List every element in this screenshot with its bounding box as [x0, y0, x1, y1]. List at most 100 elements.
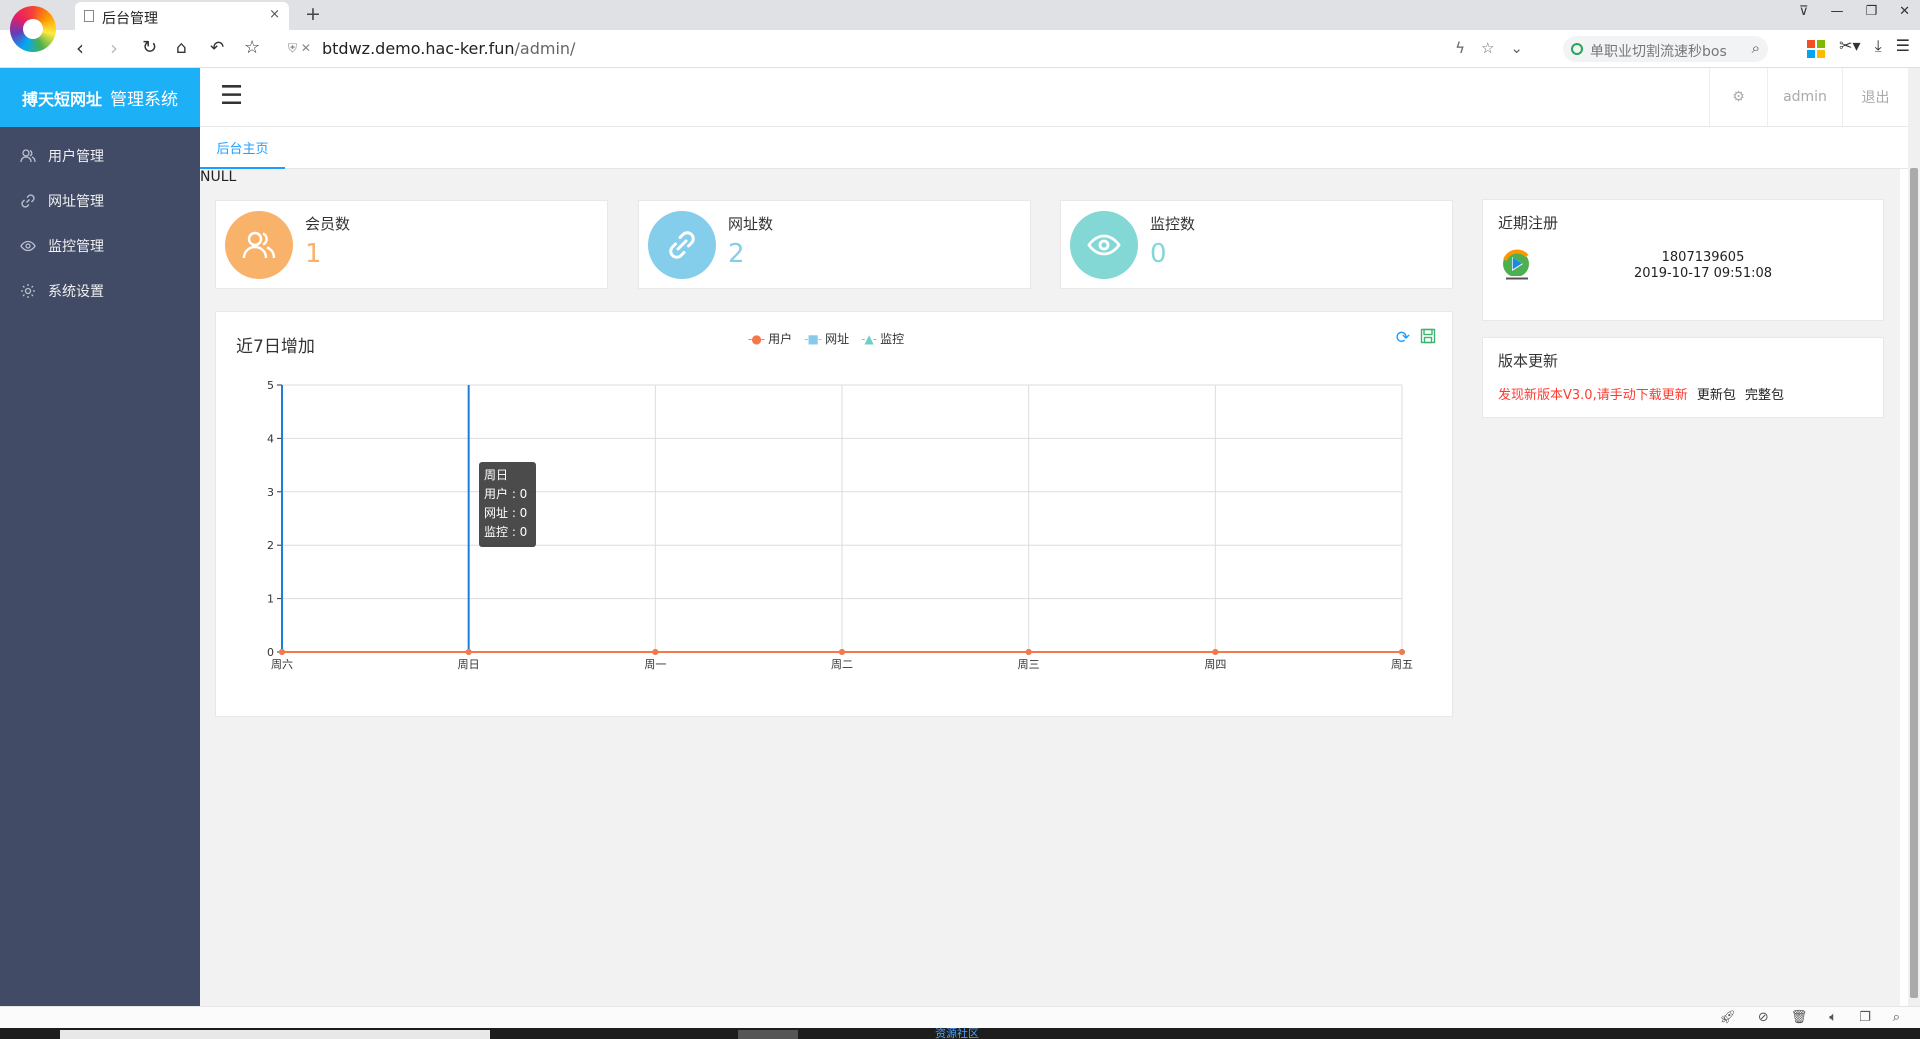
page-tabs: 后台主页 — [200, 127, 1908, 169]
security-shield-icon[interactable]: ⛨ ✕ — [288, 41, 311, 56]
update-package-link[interactable]: 更新包 — [1697, 388, 1736, 403]
data-point — [839, 649, 845, 655]
links-circle — [648, 211, 716, 279]
stat-label: 网址数 — [728, 215, 774, 233]
search-text[interactable]: 单职业切割流速秒bos — [1590, 41, 1743, 61]
undo-icon[interactable]: ↶ — [210, 38, 224, 58]
taskbar-item[interactable] — [738, 1030, 798, 1039]
data-point — [1399, 649, 1405, 655]
logout-button[interactable]: 退出 — [1842, 68, 1908, 126]
hamburger-menu-icon[interactable]: ☰ — [220, 81, 243, 111]
close-window-button[interactable]: ✕ — [1899, 4, 1910, 19]
scrollbar-thumb[interactable] — [1910, 168, 1918, 998]
main-content: NULL 会员数 1 网址数 2 监控数 0 0 1 2 3 4 5 周六 周日 周一 周二 周三周… — [200, 169, 1900, 1006]
status-icons: 🚀︎ ⊘ 🗑︎ 🔈︎ ❐ ⌕ — [1719, 1010, 1900, 1025]
app-logo[interactable]: 搏天短网址 管理系统 — [0, 68, 200, 127]
tooltip-line: 网址 : 0 — [484, 506, 528, 520]
gear-icon: ⚙ — [1732, 89, 1745, 105]
sidebar-item-label: 系统设置 — [48, 283, 104, 300]
stat-label: 监控数 — [1150, 215, 1196, 233]
save-image-icon[interactable] — [1420, 328, 1436, 349]
logo-bold-text: 搏天短网址 — [21, 89, 102, 109]
download-icon[interactable]: ⤓ — [1875, 36, 1882, 58]
sidebar-item-monitor[interactable]: 监控管理 — [0, 223, 200, 268]
data-point — [465, 649, 472, 655]
os-taskbar: 资源社区 — [0, 1027, 1920, 1039]
sidebar-menu: 用户管理 网址管理 监控管理 系统设置 — [0, 127, 200, 313]
stat-label: 会员数 — [305, 215, 351, 233]
sound-icon[interactable]: 🔈︎ — [1829, 1010, 1837, 1025]
restore-button[interactable]: ❐ — [1865, 4, 1877, 19]
link-icon — [20, 193, 36, 209]
x-tick-label: 周四 — [1204, 658, 1226, 671]
zoom-icon[interactable]: ⌕ — [1893, 1010, 1900, 1025]
tooltip-title: 周日 — [484, 468, 509, 482]
taskbar-item[interactable] — [60, 1030, 490, 1039]
bookmark-star-icon[interactable]: ☆ — [244, 37, 260, 58]
stat-card-members: 会员数 1 — [215, 200, 608, 289]
block-icon[interactable]: ⊘ — [1758, 1010, 1769, 1025]
reload-icon[interactable]: ↻ — [142, 37, 157, 58]
url-actions: ϟ ☆ ⌄ — [1455, 39, 1523, 57]
data-point — [1212, 649, 1219, 655]
search-icon[interactable]: ⌕ — [1752, 39, 1760, 57]
legend-item-users[interactable]: -●- 用户 — [748, 330, 792, 347]
address-bar[interactable]: ⛨ ✕ btdwz.demo.hac-ker.fun/admin/ ϟ ☆ ⌄ — [280, 36, 1531, 62]
sidebar-item-users[interactable]: 用户管理 — [0, 133, 200, 178]
scissors-icon[interactable]: ✂▾ — [1839, 36, 1860, 58]
stat-value: 2 — [728, 239, 745, 269]
home-icon[interactable]: ⌂ — [176, 38, 187, 58]
browser-search-box[interactable]: 单职业切割流速秒bos ⌕ — [1563, 36, 1768, 62]
chart-legend: -●- 用户 -■- 网址 -▲- 监控 — [748, 330, 904, 347]
favorite-star-icon[interactable]: ☆ — [1481, 39, 1494, 57]
apps-grid-icon[interactable] — [1807, 40, 1826, 58]
legend-marker-square: -■- — [804, 331, 822, 346]
monitors-circle — [1070, 211, 1138, 279]
x-tick-label: 周一 — [644, 658, 666, 671]
full-package-link[interactable]: 完整包 — [1745, 388, 1784, 403]
rocket-icon[interactable]: 🚀︎ — [1719, 1010, 1736, 1025]
trash-icon[interactable]: 🗑︎ — [1791, 1010, 1808, 1025]
recent-user-phone: 1807139605 — [1661, 250, 1745, 265]
vertical-scrollbar[interactable] — [1908, 68, 1920, 1006]
dropdown-chevron-icon[interactable]: ⌄ — [1510, 39, 1523, 57]
y-tick-label: 4 — [267, 432, 274, 445]
browser-right-tools: ✂▾ ⤓ ☰ — [1807, 36, 1910, 58]
chart-title: 近7日增加 — [236, 337, 315, 357]
window-icon[interactable]: ❐ — [1859, 1010, 1871, 1025]
tab-close-icon[interactable]: × — [269, 7, 280, 22]
window-menu-icon[interactable]: ⊽ — [1799, 4, 1809, 19]
y-tick-label: 5 — [267, 379, 274, 392]
line-chart[interactable]: 012345周六 周日 周一 周二 周三 周四 周五 — [216, 312, 1454, 718]
legend-label: 用户 — [768, 332, 793, 346]
refresh-icon[interactable]: ⟳ — [1396, 328, 1410, 349]
tab-home[interactable]: 后台主页 — [200, 127, 285, 169]
update-notice-line: 发现新版本V3.0,请手动下载更新 更新包 完整包 — [1498, 384, 1784, 403]
window-controls: ⊽ — ❐ ✕ — [1799, 4, 1910, 19]
forward-icon[interactable]: › — [110, 36, 118, 60]
card-title: 版本更新 — [1498, 352, 1559, 370]
legend-item-monitors[interactable]: -▲- 监控 — [861, 330, 904, 347]
back-icon[interactable]: ‹ — [76, 36, 84, 60]
new-tab-button[interactable]: + — [305, 3, 321, 25]
minimize-button[interactable]: — — [1830, 4, 1843, 19]
x-tick-label: 周二 — [831, 658, 853, 671]
url-text[interactable]: btdwz.demo.hac-ker.fun/admin/ — [322, 39, 575, 58]
menu-icon[interactable]: ☰ — [1896, 36, 1910, 58]
chart-card: 0 1 2 3 4 5 周六 周日 周一 周二 周三 周四 周五 近7日增加 -●- 用户 -■- 网址… — [215, 311, 1453, 717]
user-menu[interactable]: admin — [1767, 68, 1842, 126]
tooltip-line: 用户 : 0 — [484, 487, 528, 501]
settings-button[interactable]: ⚙ — [1709, 68, 1767, 126]
browser-logo-icon[interactable] — [10, 6, 56, 52]
sidebar-item-label: 用户管理 — [48, 148, 104, 165]
y-tick-label: 3 — [267, 486, 274, 499]
legend-item-urls[interactable]: -■- 网址 — [804, 330, 849, 347]
sidebar-item-links[interactable]: 网址管理 — [0, 178, 200, 223]
browser-tab[interactable]: 后台管理 × — [75, 2, 289, 30]
users-icon — [242, 231, 276, 259]
sidebar-item-settings[interactable]: 系统设置 — [0, 268, 200, 313]
y-tick-label: 2 — [267, 539, 274, 552]
recent-user-time: 2019-10-17 09:51:08 — [1633, 266, 1773, 281]
lightning-icon[interactable]: ϟ — [1455, 39, 1465, 57]
url-host: btdwz.demo.hac-ker.fun — [322, 39, 515, 58]
